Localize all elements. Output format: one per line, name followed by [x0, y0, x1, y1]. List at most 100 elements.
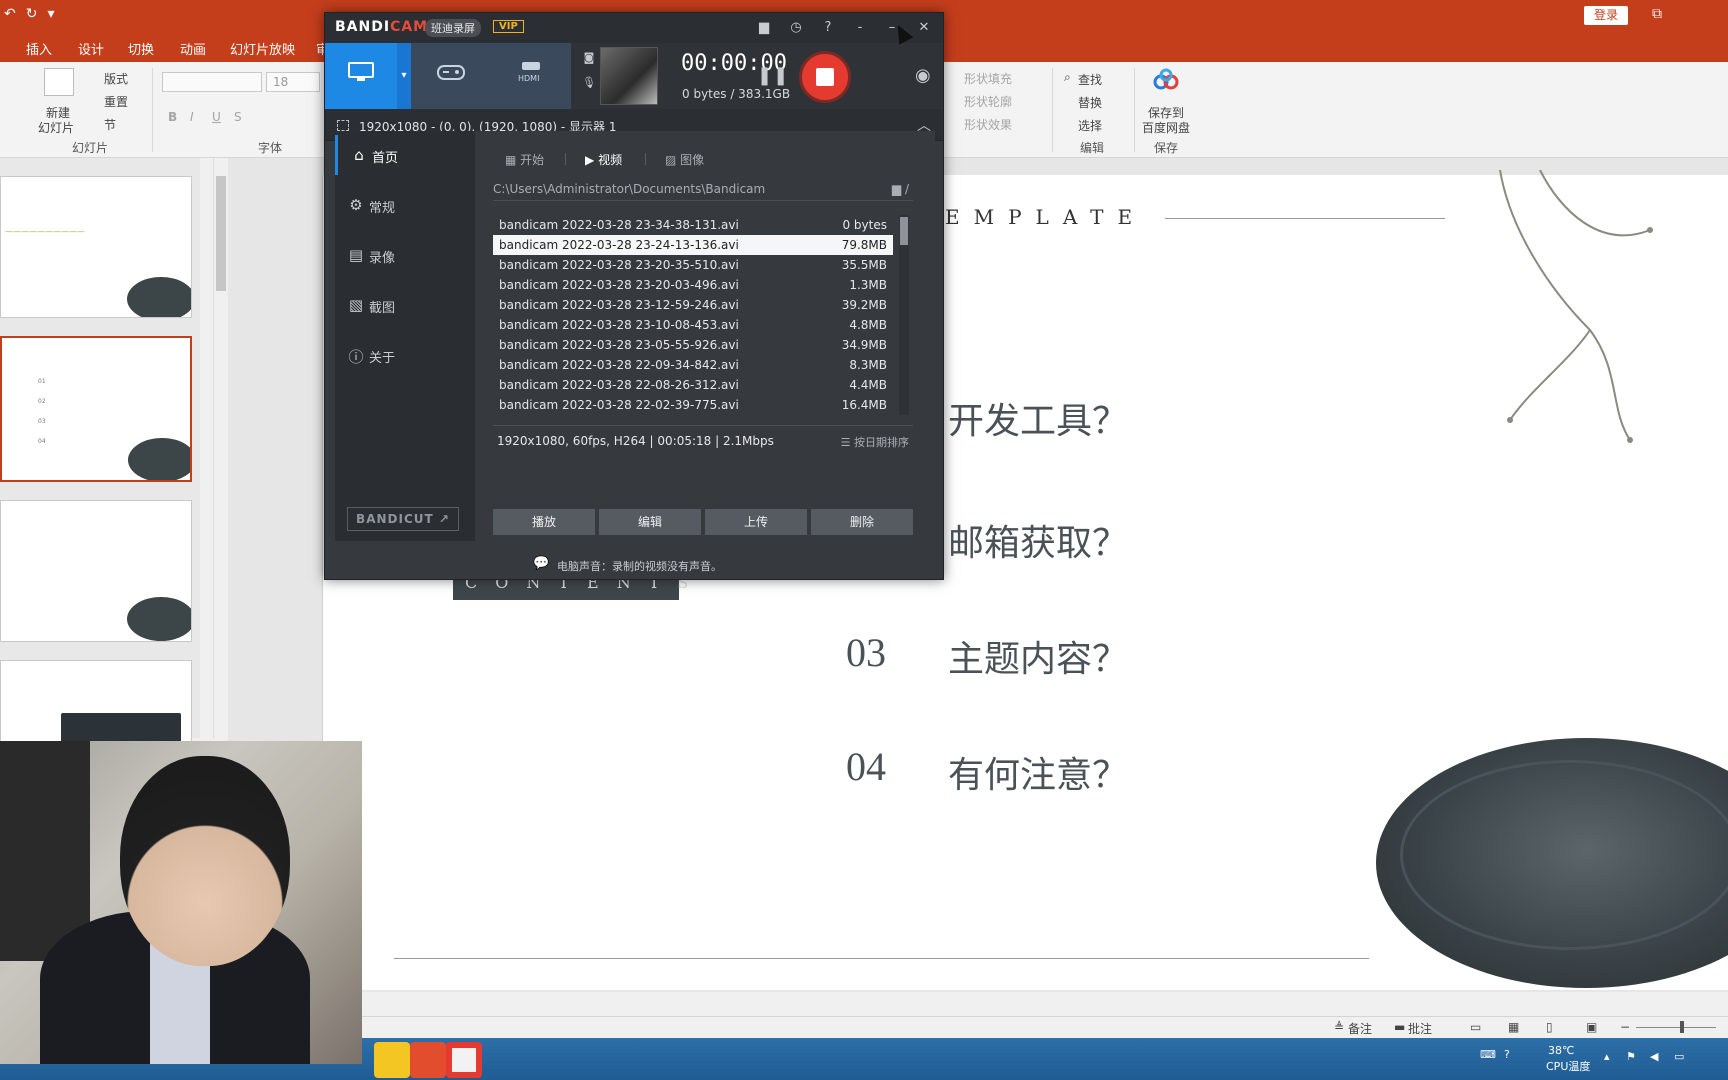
login-button[interactable]: 登录 [1584, 6, 1628, 25]
minimize-icon[interactable]: - [849, 18, 871, 38]
delete-button[interactable]: 删除 [811, 509, 913, 535]
bandicam-titlebar[interactable]: BANDICAM 班迪录屏 VIP ▆ ◷ ? - – ✕ [325, 13, 943, 43]
file-row[interactable]: bandicam 2022-03-28 23-05-55-926.avi 34.9… [493, 335, 893, 355]
slide-thumbnail[interactable]: —————————— [0, 176, 192, 318]
qat-dropdown-icon[interactable]: ▾ [47, 6, 54, 22]
microphone-icon[interactable]: 🎙 [581, 76, 597, 89]
play-button[interactable]: 播放 [493, 509, 595, 535]
file-row-selected[interactable]: bandicam 2022-03-28 23-24-13-136.avi 79.8… [493, 235, 893, 255]
volume-icon[interactable]: ◀ [1650, 1050, 1658, 1063]
shadow-icon[interactable]: S [234, 110, 242, 124]
webcam-icon[interactable]: ◙ [581, 51, 597, 64]
tab-transitions[interactable]: 切换 [128, 39, 154, 58]
hdmi-mode-button[interactable]: HDMI [491, 43, 571, 109]
zoom-out-icon[interactable]: − [1620, 1020, 1630, 1034]
file-row[interactable]: bandicam 2022-03-28 22-08-26-312.avi 4.4M… [493, 375, 893, 395]
record-stop-button[interactable] [799, 51, 851, 103]
sidebar-item-video[interactable]: ▤ 录像 [335, 235, 475, 275]
help-icon[interactable]: ? [817, 18, 839, 38]
reading-view-icon[interactable]: ▯ [1546, 1020, 1553, 1034]
file-row[interactable]: bandicam 2022-03-28 23-10-08-453.avi 4.8M… [493, 315, 893, 335]
folder-icon[interactable]: ▆ [753, 18, 775, 38]
sort-by-date-button[interactable]: ☰ 按日期排序 [841, 434, 909, 450]
tab-design[interactable]: 设计 [78, 39, 104, 58]
help-icon[interactable]: ? [1504, 1048, 1510, 1061]
slide-thumbnail[interactable] [0, 500, 192, 642]
sidebar-item-screenshot[interactable]: ▧ 截图 [335, 285, 475, 325]
mode-dropdown-icon[interactable]: ▾ [397, 43, 411, 109]
file-row[interactable]: bandicam 2022-03-28 23-20-35-510.avi 35.5… [493, 255, 893, 275]
close-icon[interactable]: ✕ [913, 18, 935, 38]
open-folder-icon[interactable]: ▆ / [892, 182, 909, 196]
file-row[interactable]: bandicam 2022-03-28 23-20-03-496.avi 1.3M… [493, 275, 893, 295]
sidebar-item-about[interactable]: ⓘ 关于 [335, 335, 475, 375]
output-path-bar[interactable]: C:\Users\Administrator\Documents\Bandica… [493, 179, 913, 201]
underline-icon[interactable]: U [212, 110, 221, 124]
bandicut-button[interactable]: BANDICUT ↗ [347, 507, 459, 531]
keyboard-icon[interactable]: ⌨ [1480, 1048, 1496, 1061]
sorter-view-icon[interactable]: ▦ [1508, 1020, 1519, 1034]
ribbon-display-options-icon[interactable]: ⧉ [1652, 6, 1662, 22]
subtab-start[interactable]: ▦ 开始 [505, 151, 544, 168]
shape-effect-button[interactable]: 形状效果 [964, 116, 1012, 133]
slide-thumbnail-active[interactable]: 01 02 03 04 [0, 336, 192, 482]
vip-badge[interactable]: VIP [493, 20, 524, 33]
ppt-taskbar-icon[interactable] [410, 1042, 446, 1078]
edit-button[interactable]: 编辑 [599, 509, 701, 535]
subtab-image[interactable]: ▨ 图像 [665, 151, 704, 168]
tray-expand-icon[interactable]: ▴ [1604, 1050, 1610, 1063]
tab-slideshow[interactable]: 幻灯片放映 [230, 39, 295, 58]
comments-button[interactable]: 批注 [1408, 1020, 1432, 1037]
sidebar-item-general[interactable]: ⚙ 常规 [335, 185, 475, 225]
notes-button[interactable]: 备注 [1348, 1020, 1372, 1037]
font-family-combo[interactable] [162, 72, 262, 92]
file-row[interactable]: bandicam 2022-03-28 22-09-34-842.avi 8.3M… [493, 355, 893, 375]
explorer-taskbar-icon[interactable] [374, 1042, 410, 1078]
network-icon[interactable]: ▭ [1674, 1050, 1684, 1063]
redo-icon[interactable]: ↻ [26, 6, 38, 22]
upload-button[interactable]: 上传 [705, 509, 807, 535]
find-button[interactable]: 查找 [1078, 71, 1102, 88]
new-slide-icon[interactable] [44, 68, 74, 96]
baidu-cloud-icon[interactable] [1152, 68, 1180, 92]
comments-icon[interactable]: ▬ [1394, 1020, 1405, 1034]
italic-icon[interactable]: I [190, 110, 194, 124]
zoom-slider-thumb[interactable] [1680, 1021, 1684, 1033]
file-list-scrollbar[interactable] [899, 215, 909, 415]
replace-button[interactable]: 替换 [1078, 94, 1102, 111]
webcam-preview-thumbnail[interactable] [600, 47, 658, 105]
layout-button[interactable]: 版式 [104, 70, 128, 87]
subtab-video[interactable]: ▶ 视频 [585, 151, 622, 168]
scrollbar-thumb[interactable] [216, 176, 226, 291]
shape-fill-button[interactable]: 形状填充 [964, 70, 1012, 87]
save-cloud-label-2[interactable]: 百度网盘 [1142, 119, 1190, 136]
scrollbar-thumb[interactable] [900, 217, 908, 245]
zoom-slider[interactable] [1636, 1027, 1716, 1028]
bold-icon[interactable]: B [168, 110, 177, 124]
flag-icon[interactable]: ⚑ [1626, 1050, 1636, 1063]
reset-button[interactable]: 重置 [104, 93, 128, 110]
undo-icon[interactable]: ↶ [4, 6, 16, 22]
notes-icon[interactable]: ≜ [1334, 1020, 1344, 1034]
select-button[interactable]: 选择 [1078, 117, 1102, 134]
screenshot-camera-icon[interactable]: ◉ [915, 65, 931, 86]
tab-insert[interactable]: 插入 [26, 39, 52, 58]
tab-animations[interactable]: 动画 [180, 39, 206, 58]
bandicam-taskbar-icon[interactable] [446, 1042, 482, 1078]
file-row[interactable]: bandicam 2022-03-28 23-12-59-246.avi 39.2… [493, 295, 893, 315]
file-row[interactable]: bandicam 2022-03-28 23-34-38-131.avi 0 by… [493, 215, 893, 235]
thumbnails-scrollbar[interactable] [213, 158, 227, 738]
sidebar-item-home[interactable]: ⌂ 首页 [335, 135, 475, 175]
normal-view-icon[interactable]: ▭ [1470, 1020, 1481, 1034]
shape-outline-button[interactable]: 形状轮廓 [964, 93, 1012, 110]
game-mode-button[interactable] [411, 43, 491, 109]
new-slide-label-2[interactable]: 幻灯片 [38, 119, 74, 136]
pause-button[interactable]: ❚❚ [757, 65, 789, 86]
find-icon[interactable]: ⌕ [1064, 70, 1071, 85]
slideshow-view-icon[interactable]: ▣ [1586, 1020, 1597, 1034]
clock-icon[interactable]: ◷ [785, 18, 807, 38]
file-row[interactable]: bandicam 2022-03-28 22-02-39-775.avi 16.4… [493, 395, 893, 415]
screen-mode-button[interactable] [325, 43, 397, 109]
font-size-combo[interactable]: 18 [266, 72, 320, 92]
section-button[interactable]: 节 [104, 116, 116, 133]
